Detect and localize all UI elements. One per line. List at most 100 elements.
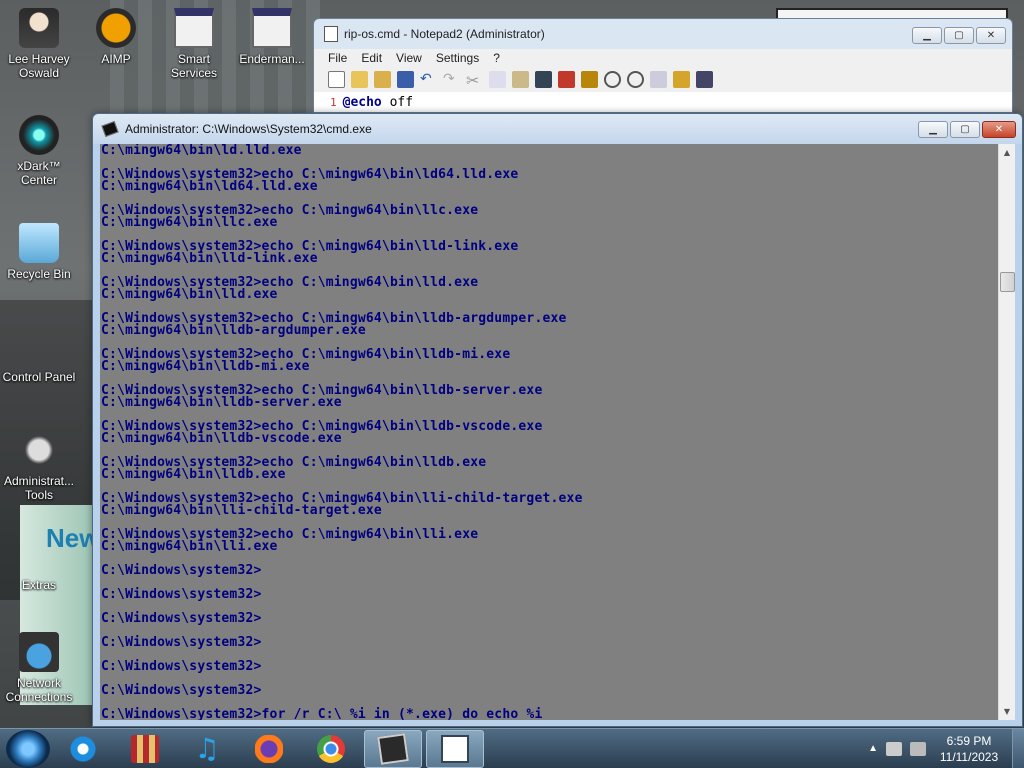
recycle-bin-icon <box>19 223 59 263</box>
desktop-icon-xdark-center[interactable]: xDark™ Center <box>0 115 78 187</box>
desktop-icon-extras[interactable]: Extras <box>0 534 78 592</box>
new-file-icon[interactable] <box>328 71 345 88</box>
desktop-icon-label: AIMP <box>101 52 131 66</box>
console-line: C:\mingw64\bin\lldb.exe <box>101 467 286 482</box>
desktop-icon-label: Lee Harvey Oswald <box>8 52 70 80</box>
aimp-icon <box>96 8 136 48</box>
editor[interactable]: 1 @echo off <box>314 92 1012 112</box>
browse-icon[interactable] <box>374 71 391 88</box>
zoom-out-icon[interactable] <box>627 71 644 88</box>
goto-icon[interactable] <box>581 71 598 88</box>
console-line: C:\Windows\system32> <box>101 587 262 602</box>
clock[interactable]: 6:59 PM 11/11/2023 <box>934 733 1004 765</box>
cmd-icon <box>377 732 409 765</box>
redo-icon[interactable]: ↷ <box>443 71 460 88</box>
window-controls: ▁ ▢ ✕ <box>918 121 1016 138</box>
volume-muted-icon[interactable] <box>910 741 926 756</box>
console-line: C:\Windows\system32> <box>101 611 262 626</box>
menu-file[interactable]: File <box>328 51 347 65</box>
scroll-down-icon[interactable]: ▼ <box>999 703 1015 720</box>
code-text: off <box>381 94 414 110</box>
undo-icon[interactable]: ↶ <box>420 71 437 88</box>
scheme-icon[interactable] <box>650 71 667 88</box>
desktop-icon-control-panel[interactable]: Control Panel <box>0 326 78 384</box>
console-line: C:\mingw64\bin\lld-link.exe <box>101 251 318 266</box>
cmd-titlebar[interactable]: Administrator: C:\Windows\System32\cmd.e… <box>93 114 1022 144</box>
code-line: @echo off <box>343 95 413 110</box>
taskbar-music[interactable]: ♫ <box>178 730 236 768</box>
taskbar-chrome[interactable] <box>302 730 360 768</box>
scroll-up-icon[interactable]: ▲ <box>999 144 1015 161</box>
network-status-icon[interactable] <box>886 741 902 756</box>
taskbar-cmd[interactable] <box>364 729 422 768</box>
desktop-icon-admin-tools[interactable]: Administrat... Tools <box>0 430 78 502</box>
menu-view[interactable]: View <box>396 51 422 65</box>
cmd-window[interactable]: Administrator: C:\Windows\System32\cmd.e… <box>92 113 1023 727</box>
minimize-button[interactable]: ▁ <box>912 27 942 44</box>
system-tray: ▲ 6:59 PM 11/11/2023 <box>868 733 1012 765</box>
maximize-button[interactable]: ▢ <box>950 121 980 138</box>
desktop-icon-lee-harvey-oswald[interactable]: Lee Harvey Oswald <box>0 8 78 80</box>
console-line: C:\mingw64\bin\lldb-argdumper.exe <box>101 323 366 338</box>
desktop-icon-enderman[interactable]: Enderman... <box>233 8 311 66</box>
close-button[interactable]: ✕ <box>982 121 1016 138</box>
copy-icon[interactable] <box>489 71 506 88</box>
console-line: C:\mingw64\bin\lldb-vscode.exe <box>101 431 342 446</box>
desktop-icon-label: Network Connections <box>5 676 73 704</box>
network-icon <box>19 632 59 672</box>
close-button[interactable]: ✕ <box>976 27 1006 44</box>
paste-icon[interactable] <box>512 71 529 88</box>
toolbar: ↶ ↷ ✂ <box>314 67 1012 92</box>
scroll-thumb[interactable] <box>1000 272 1015 292</box>
cmd-icon <box>101 120 119 138</box>
window-controls: ▁ ▢ ✕ <box>912 27 1006 44</box>
desktop-icon-network-connections[interactable]: Network Connections <box>0 632 78 704</box>
show-hidden-icons-icon[interactable]: ▲ <box>868 743 878 754</box>
console-line: C:\mingw64\bin\ld64.lld.exe <box>101 179 318 194</box>
find-icon[interactable] <box>535 71 552 88</box>
maximize-button[interactable]: ▢ <box>944 27 974 44</box>
menu-settings[interactable]: Settings <box>436 51 479 65</box>
console-line: C:\mingw64\bin\llc.exe <box>101 215 278 230</box>
replace-icon[interactable] <box>558 71 575 88</box>
taskbar-archive[interactable] <box>116 730 174 768</box>
desktop-icon-label: Control Panel <box>2 370 76 384</box>
vertical-scrollbar[interactable]: ▲ ▼ <box>998 144 1015 720</box>
desktop-icon-label: Enderman... <box>239 52 305 66</box>
taskbar: ♫ ▲ 6:59 PM 11/11/2023 <box>0 728 1024 768</box>
desktop-icon-recycle-bin[interactable]: Recycle Bin <box>0 223 78 281</box>
firefox-icon <box>255 734 283 763</box>
app-icon <box>252 8 292 48</box>
notepad2-titlebar[interactable]: rip-os.cmd - Notepad2 (Administrator) <box>314 19 1012 49</box>
start-button[interactable] <box>6 729 50 768</box>
admin-tools-icon <box>19 430 59 470</box>
save-icon[interactable] <box>397 71 414 88</box>
console-output[interactable]: C:\mingw64\bin\ld.lld.exe C:\Windows\syst… <box>100 144 998 720</box>
console-line: C:\Windows\system32>for /r C:\ %i in (*.… <box>101 707 543 720</box>
console-line: C:\mingw64\bin\lli-child-target.exe <box>101 503 382 518</box>
zoom-in-icon[interactable] <box>604 71 621 88</box>
window-title: rip-os.cmd - Notepad2 (Administrator) <box>344 27 545 41</box>
console-line: C:\Windows\system32> <box>101 635 262 650</box>
menu-edit[interactable]: Edit <box>361 51 382 65</box>
line-number: 1 <box>330 95 337 109</box>
menu-help[interactable]: ? <box>493 51 500 65</box>
desktop-icon-smart-services[interactable]: Smart Services <box>155 8 233 80</box>
taskbar-internet-explorer[interactable] <box>54 730 112 768</box>
chrome-icon <box>317 734 345 763</box>
code-keyword: @echo <box>342 94 382 110</box>
show-desktop-button[interactable] <box>1012 728 1024 768</box>
desktop-icon-aimp[interactable]: AIMP <box>77 8 155 66</box>
menu-bar: File Edit View Settings ? <box>314 49 1012 67</box>
open-folder-icon[interactable] <box>351 71 368 88</box>
notepad2-window[interactable]: rip-os.cmd - Notepad2 (Administrator) ▁ … <box>313 18 1013 113</box>
taskbar-firefox[interactable] <box>240 730 298 768</box>
settings-icon[interactable] <box>673 71 690 88</box>
clock-date: 11/11/2023 <box>939 749 999 764</box>
console-line: C:\mingw64\bin\lli.exe <box>101 539 278 554</box>
minimize-button[interactable]: ▁ <box>918 121 948 138</box>
taskbar-notepad2[interactable] <box>426 729 484 768</box>
exit-icon[interactable] <box>696 71 713 88</box>
cut-icon[interactable]: ✂ <box>466 71 483 90</box>
extras-icon <box>19 534 59 574</box>
